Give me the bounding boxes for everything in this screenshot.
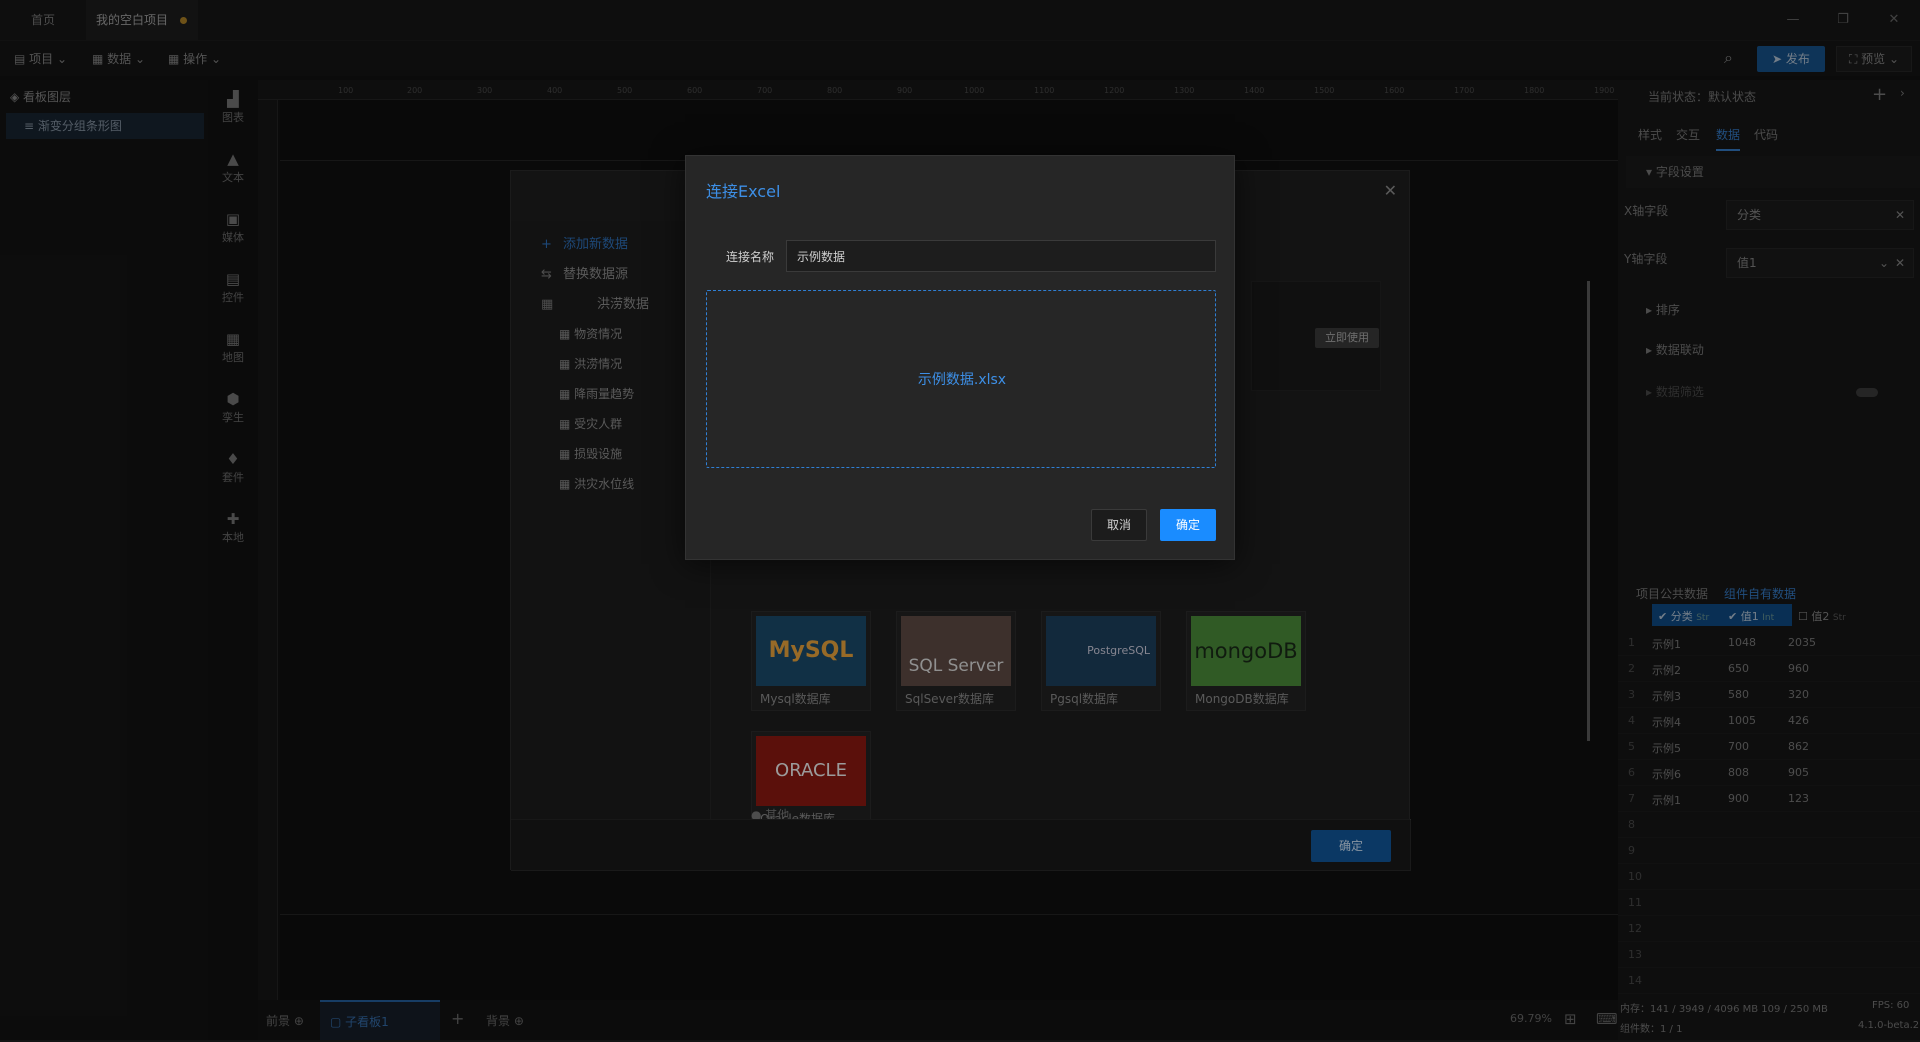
cancel-button[interactable]: 取消 xyxy=(1091,509,1147,541)
confirm-button[interactable]: 确定 xyxy=(1160,509,1216,541)
connection-name-input[interactable] xyxy=(786,240,1216,272)
connect-excel-modal: 连接Excel 连接名称 示例数据.xlsx 取消 确定 xyxy=(685,155,1235,560)
connection-name-label: 连接名称 xyxy=(726,250,775,264)
selected-file-name[interactable]: 示例数据.xlsx xyxy=(707,369,1217,389)
modal-title: 连接Excel xyxy=(706,182,781,201)
file-dropzone[interactable]: 示例数据.xlsx xyxy=(706,290,1216,468)
scrollbar[interactable] xyxy=(1587,281,1590,741)
